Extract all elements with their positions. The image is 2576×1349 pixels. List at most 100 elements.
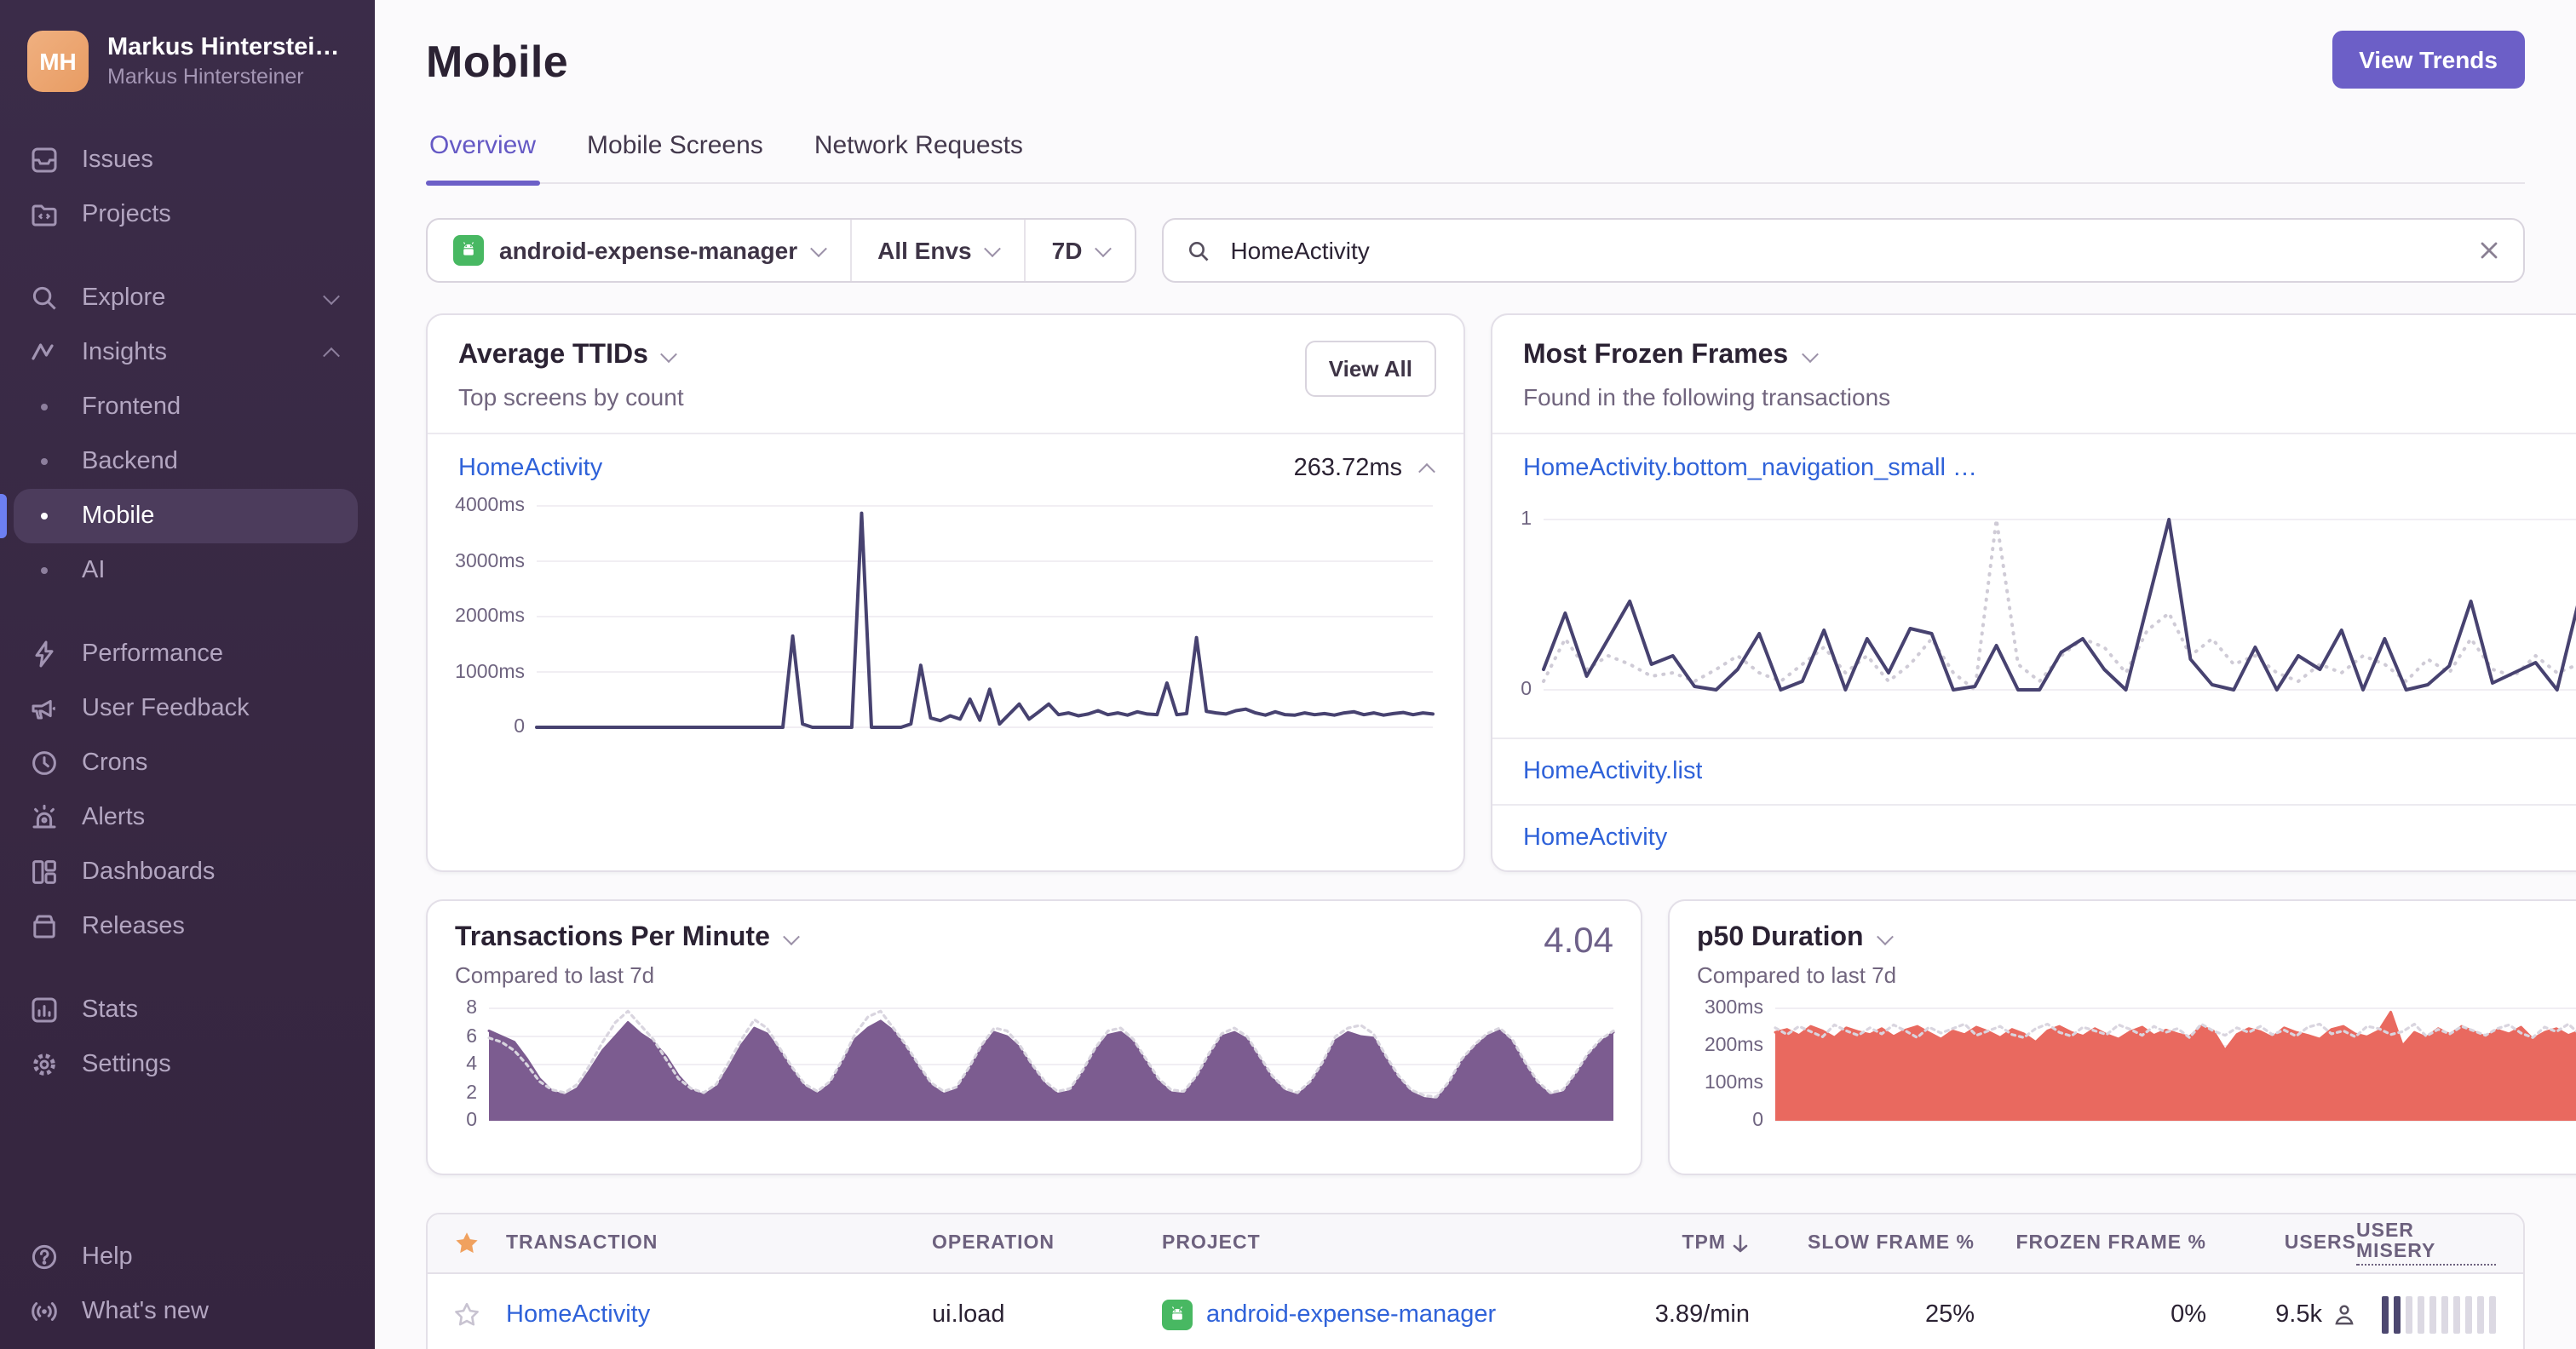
sidebar-item-label: Performance	[82, 640, 224, 668]
sidebar-item-label: Releases	[82, 913, 185, 940]
star-outline-icon[interactable]	[453, 1301, 480, 1329]
most-frozen-frames-dropdown[interactable]: Most Frozen Frames	[1523, 341, 2576, 371]
p50-duration-card: p50 Duration 219ms Compared to last 7d 3…	[1668, 899, 2576, 1175]
user-misery-bar	[2453, 1296, 2460, 1334]
sidebar-item-alerts[interactable]: Alerts	[14, 790, 358, 845]
sidebar-item-crons[interactable]: Crons	[14, 736, 358, 790]
sidebar-item-label: Frontend	[82, 393, 181, 421]
most-frozen-frames-card: Most Frozen Frames Found in the followin…	[1491, 313, 2576, 872]
project-filter[interactable]: android-expense-manager	[428, 220, 850, 281]
user-misery-bar	[2418, 1296, 2424, 1334]
card-subtitle: Found in the following transactions	[1523, 383, 1891, 410]
sidebar-item-ai[interactable]: AI	[14, 543, 358, 598]
sidebar-item-dashboards[interactable]: Dashboards	[14, 845, 358, 899]
view-all-button[interactable]: View All	[1304, 341, 1436, 397]
environment-filter-value: All Envs	[877, 237, 972, 264]
column-header-project[interactable]: Project	[1162, 1233, 1571, 1254]
project-link[interactable]: android-expense-manager	[1206, 1301, 1496, 1329]
user-misery-bar	[2406, 1296, 2412, 1334]
column-header-slow-frame[interactable]: Slow Frame %	[1808, 1233, 1975, 1254]
frozen-frame-cell: 0%	[2171, 1301, 2206, 1329]
frozen-transaction-row[interactable]: HomeActivity.list 0.071	[1492, 739, 2576, 804]
tab-bar: Overview Mobile Screens Network Requests	[426, 131, 2525, 186]
gear-icon	[29, 1049, 60, 1080]
issues-icon	[29, 145, 60, 175]
column-header-users[interactable]: Users	[2285, 1233, 2356, 1254]
sidebar-item-settings[interactable]: Settings	[14, 1037, 358, 1092]
y-axis: 8 6 4 2 0	[455, 998, 489, 1131]
user-misery-bar	[2477, 1296, 2484, 1334]
tab-network-requests[interactable]: Network Requests	[811, 131, 1026, 182]
sidebar-item-label: Backend	[82, 448, 178, 475]
app-window: MH Markus Hintersteiner Markus Hinterste…	[0, 0, 2576, 1349]
card-subtitle: Compared to last 7d	[1697, 962, 1897, 988]
p50-chart: 300ms 200ms 100ms 0	[1697, 998, 2576, 1131]
plot-area	[489, 1008, 1613, 1121]
y-axis-label: 0	[466, 1111, 477, 1131]
frozen-transaction-row[interactable]: HomeActivity 0.01	[1492, 806, 2576, 870]
transaction-link[interactable]: HomeActivity	[458, 455, 602, 482]
sidebar-item-frontend[interactable]: Frontend	[14, 380, 358, 434]
search-input[interactable]	[1227, 235, 2462, 266]
p50-dropdown[interactable]: p50 Duration	[1697, 923, 2576, 954]
column-header-user-misery[interactable]: User Misery	[2356, 1221, 2496, 1266]
sidebar-item-backend[interactable]: Backend	[14, 434, 358, 489]
sidebar-item-issues[interactable]: Issues	[14, 133, 358, 187]
org-user-switcher[interactable]: MH Markus Hintersteiner Markus Hinterste…	[0, 31, 375, 92]
tpm-dropdown[interactable]: Transactions Per Minute	[455, 923, 1613, 954]
sidebar-item-label: Insights	[82, 339, 167, 366]
average-ttids-dropdown[interactable]: Average TTIDs	[458, 341, 1433, 371]
broadcast-icon	[29, 1296, 60, 1327]
column-header-transaction[interactable]: Transaction	[506, 1233, 932, 1254]
clear-search-icon[interactable]	[2477, 238, 2501, 262]
star-icon[interactable]	[453, 1230, 480, 1257]
sidebar-item-user-feedback[interactable]: User Feedback	[14, 681, 358, 736]
column-header-operation[interactable]: Operation	[932, 1233, 1162, 1254]
frozen-transaction-row[interactable]: HomeActivity.bottom_navigation_small … 0…	[1492, 434, 2576, 502]
ttid-transaction-row[interactable]: HomeActivity 263.72ms	[428, 434, 1463, 502]
tab-overview[interactable]: Overview	[426, 131, 539, 186]
search-box	[1162, 218, 2525, 283]
column-header-frozen-frame[interactable]: Frozen Frame %	[2015, 1233, 2206, 1254]
environment-filter[interactable]: All Envs	[852, 220, 1025, 281]
sidebar-item-performance[interactable]: Performance	[14, 627, 358, 681]
column-header-tpm[interactable]: TPM	[1682, 1233, 1750, 1254]
sidebar-item-mobile[interactable]: Mobile	[0, 489, 358, 543]
transaction-link[interactable]: HomeActivity.list	[1523, 758, 1703, 785]
sidebar-item-label: Mobile	[82, 502, 155, 530]
sidebar-item-help[interactable]: Help	[14, 1230, 358, 1284]
chevron-down-icon	[810, 239, 828, 257]
tpm-cell: 3.89/min	[1654, 1301, 1750, 1329]
view-trends-button[interactable]: View Trends	[2332, 31, 2525, 89]
tpm-value: 4.04	[1544, 921, 1613, 961]
plot-area	[537, 506, 1433, 727]
sidebar-item-label: AI	[82, 557, 106, 584]
user-misery-bar	[2429, 1296, 2436, 1334]
frozen-frames-chart: 10	[1492, 509, 2576, 700]
y-axis: 4000ms 3000ms 2000ms 1000ms 0	[448, 496, 537, 738]
user-misery-bar	[2441, 1296, 2448, 1334]
sort-descending-icon	[1733, 1234, 1748, 1253]
y-axis-label: 0	[1752, 1111, 1763, 1131]
siren-icon	[29, 802, 60, 833]
chevron-down-icon	[1095, 239, 1113, 257]
date-range-filter[interactable]: 7D	[1026, 220, 1136, 281]
transaction-link[interactable]: HomeActivity	[1523, 824, 1667, 852]
releases-icon	[29, 911, 60, 942]
tab-mobile-screens[interactable]: Mobile Screens	[584, 131, 767, 182]
sidebar-item-releases[interactable]: Releases	[14, 899, 358, 954]
chevron-up-icon[interactable]	[1418, 462, 1435, 479]
chevron-down-icon	[1876, 927, 1894, 945]
chevron-down-icon	[782, 927, 800, 945]
users-cell: 9.5k	[2275, 1301, 2356, 1329]
sidebar-item-whats-new[interactable]: What's new	[14, 1284, 358, 1339]
sidebar-item-projects[interactable]: Projects	[14, 187, 358, 242]
sidebar-item-stats[interactable]: Stats	[14, 983, 358, 1037]
transaction-link[interactable]: HomeActivity.bottom_navigation_small …	[1523, 455, 1977, 482]
y-axis: 10	[1513, 509, 1544, 700]
user-icon	[2335, 1305, 2354, 1325]
sidebar-item-explore[interactable]: Explore	[14, 271, 358, 325]
transaction-link[interactable]: HomeActivity	[506, 1301, 932, 1329]
sidebar-item-insights[interactable]: Insights	[14, 325, 358, 380]
page-filters: android-expense-manager All Envs 7D	[426, 218, 1137, 283]
